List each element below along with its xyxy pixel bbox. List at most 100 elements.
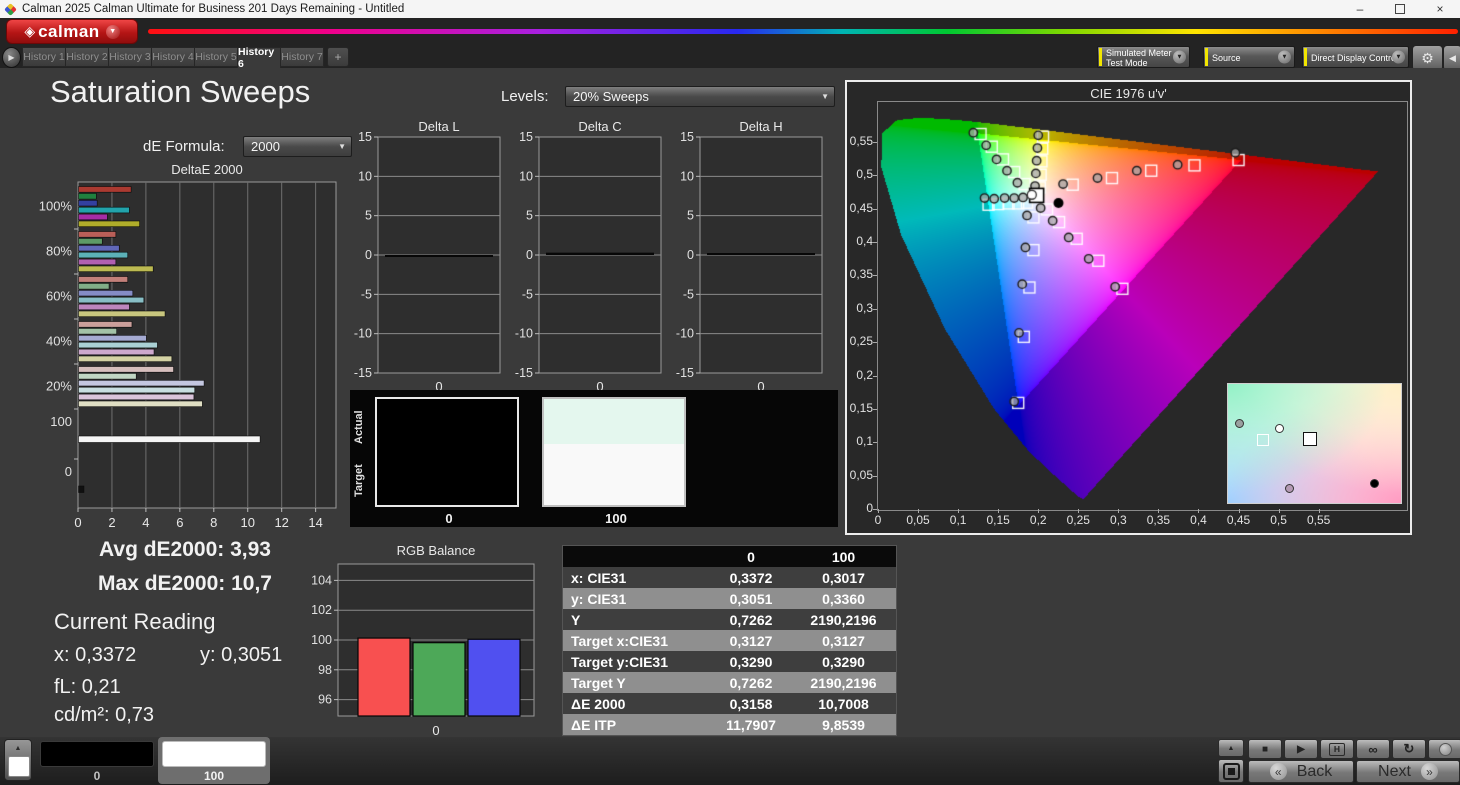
calman-app-window: Calman 2025 Calman Ultimate for Business… xyxy=(0,0,1460,785)
simulated-meter-dropdown[interactable]: Simulated Meter Test Mode▼ xyxy=(1097,46,1190,68)
svg-text:20%: 20% xyxy=(46,379,72,394)
pattern-popup-button[interactable]: ▲ xyxy=(4,739,32,781)
toolbar-button-label: Simulated Meter Test Mode xyxy=(1106,48,1172,68)
add-tab-button[interactable]: + xyxy=(327,47,349,67)
levels-dropdown[interactable]: 20% Sweeps ▼ xyxy=(565,86,835,107)
current-cdm2-value: cd/m²: 0,73 xyxy=(54,704,154,727)
direct-display-control-dropdown[interactable]: Direct Display Control▼ xyxy=(1302,46,1409,68)
de-formula-label: dE Formula: xyxy=(143,138,225,155)
play-icon: ▶ xyxy=(1297,744,1305,755)
tick-mark xyxy=(873,242,877,243)
cie-x-tick: 0,25 xyxy=(1060,513,1096,527)
actual-target-swatch-panel: Actual Target 0100 xyxy=(350,390,838,527)
patch-swatch-100 xyxy=(542,397,686,507)
close-button[interactable]: × xyxy=(1420,0,1460,18)
expand-controls-button[interactable]: ▲ xyxy=(1218,739,1244,757)
value-0: 0,7262 xyxy=(711,675,791,691)
svg-text:RGB Balance: RGB Balance xyxy=(397,543,476,558)
play-button[interactable]: ▶ xyxy=(1284,739,1318,759)
table-header-0: 0 xyxy=(711,549,791,565)
toolbar-button-label: Source xyxy=(1212,53,1241,63)
cie-y-tick: 0,05 xyxy=(847,468,873,482)
tab-history-7[interactable]: History 7 xyxy=(280,47,324,67)
levels-value: 20% Sweeps xyxy=(573,89,649,104)
restore-icon xyxy=(1395,4,1405,14)
svg-text:-15: -15 xyxy=(515,366,533,380)
tick-mark xyxy=(873,509,877,510)
loop-button[interactable]: ∞ xyxy=(1356,739,1390,759)
chevron-up-icon: ▲ xyxy=(5,740,31,756)
record-icon xyxy=(1439,743,1452,756)
restore-button[interactable] xyxy=(1380,0,1420,18)
tick-mark xyxy=(1078,509,1079,513)
actual-row-label: Actual xyxy=(353,402,366,452)
tick-mark xyxy=(873,142,877,143)
cie-x-tick: 0,45 xyxy=(1221,513,1257,527)
chevron-down-icon: ▼ xyxy=(1392,51,1405,64)
svg-text:Delta C: Delta C xyxy=(578,119,621,134)
tab-history-4[interactable]: History 4 xyxy=(151,47,195,67)
chevron-down-icon: ▼ xyxy=(1278,51,1291,64)
de-formula-dropdown[interactable]: 2000 ▼ xyxy=(243,136,352,157)
next-button[interactable]: Next » xyxy=(1356,760,1460,783)
row-label: ΔE ITP xyxy=(563,717,711,733)
svg-text:102: 102 xyxy=(311,603,332,617)
svg-text:6: 6 xyxy=(176,515,183,530)
value-100: 0,3290 xyxy=(791,654,896,670)
target-row-label: Target xyxy=(353,456,366,506)
tab-history-1[interactable]: History 1 xyxy=(22,47,66,67)
table-row: Target x:CIE310,31270,3127 xyxy=(563,630,896,651)
page-title: Saturation Sweeps xyxy=(50,74,310,110)
patch-swatch-0 xyxy=(375,397,519,507)
swatch-label: 100 xyxy=(158,769,270,783)
gear-icon: ⚙ xyxy=(1421,50,1434,67)
tick-mark xyxy=(918,509,919,513)
pattern-preview-swatch xyxy=(8,756,30,777)
stop-button[interactable]: ■ xyxy=(1248,739,1282,759)
value-0: 0,3372 xyxy=(711,570,791,586)
svg-text:14: 14 xyxy=(308,515,322,530)
next-label: Next xyxy=(1378,763,1411,781)
back-button[interactable]: « Back xyxy=(1248,760,1354,783)
meter-button[interactable]: H xyxy=(1320,739,1354,759)
tick-mark xyxy=(878,509,879,513)
calman-logo-button[interactable]: ◈ calman ▼ xyxy=(6,19,138,44)
svg-text:96: 96 xyxy=(318,693,332,707)
tab-history-5[interactable]: History 5 xyxy=(194,47,238,67)
svg-text:10: 10 xyxy=(519,169,533,183)
tab-history-2[interactable]: History 2 xyxy=(65,47,109,67)
tab-scroll-button[interactable]: ▶ xyxy=(2,47,21,68)
svg-text:98: 98 xyxy=(318,663,332,677)
svg-text:0: 0 xyxy=(365,248,372,262)
table-row: y: CIE310,30510,3360 xyxy=(563,588,896,609)
value-100: 2190,2196 xyxy=(791,675,896,691)
cie-y-tick: 0,25 xyxy=(847,334,873,348)
refresh-button[interactable]: ↻ xyxy=(1392,739,1426,759)
tick-mark xyxy=(873,342,877,343)
delta-c-chart: -15-10-5051015Delta C0 xyxy=(509,120,665,396)
svg-text:12: 12 xyxy=(274,515,288,530)
stop-square-icon xyxy=(1223,763,1240,780)
pattern-swatch-0[interactable]: 0 xyxy=(36,737,158,784)
source-dropdown[interactable]: Source ▼ xyxy=(1203,46,1295,68)
table-row: ΔE 20000,315810,7008 xyxy=(563,693,896,714)
rainbow-gradient-bar xyxy=(148,29,1458,34)
tab-history-6[interactable]: History 6 xyxy=(237,47,281,68)
deltae-2000-chart: 02468101214DeltaE 2000100%80%60%40%20%10… xyxy=(50,162,346,532)
stop-pattern-button[interactable] xyxy=(1218,759,1244,783)
svg-text:5: 5 xyxy=(687,209,694,223)
row-label: y: CIE31 xyxy=(563,591,711,607)
cie-1976-panel: CIE 1976 u'v' 00,050,10,150,20,250,30,35… xyxy=(845,80,1412,535)
svg-text:0: 0 xyxy=(65,464,72,479)
record-button[interactable] xyxy=(1428,739,1460,759)
table-header-row: 0100 xyxy=(563,546,896,567)
table-row: Target y:CIE310,32900,3290 xyxy=(563,651,896,672)
tab-history-3[interactable]: History 3 xyxy=(108,47,152,67)
minimize-button[interactable]: – xyxy=(1340,0,1380,18)
svg-text:0: 0 xyxy=(74,515,81,530)
pattern-swatch-100[interactable]: 100 xyxy=(158,737,270,784)
svg-text:10: 10 xyxy=(680,169,694,183)
chevron-down-icon: ▼ xyxy=(821,92,829,101)
cie-x-tick: 0,3 xyxy=(1100,513,1136,527)
stop-icon: ■ xyxy=(1262,744,1268,755)
